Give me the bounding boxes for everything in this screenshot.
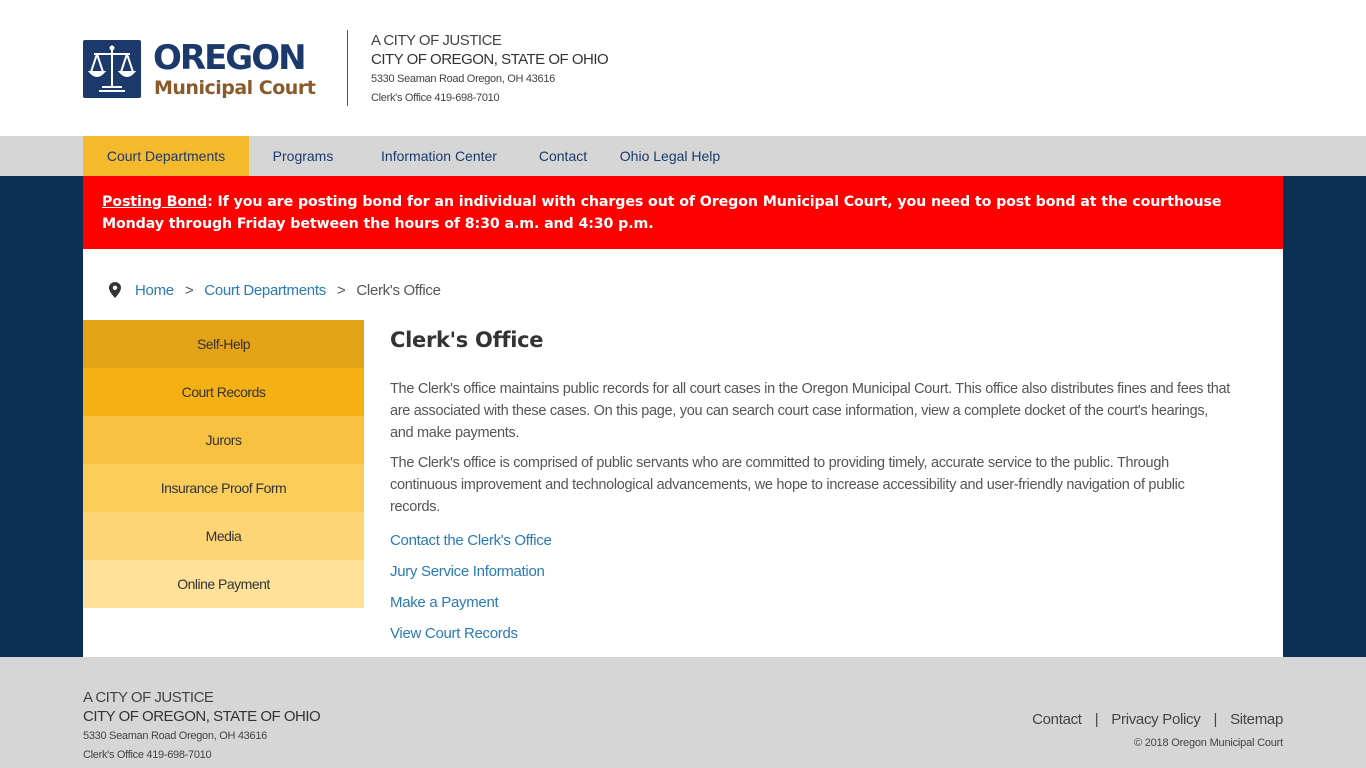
footer-link-privacy-policy[interactable]: Privacy Policy [1111,711,1200,728]
footer-tagline: A CITY OF JUSTICE [83,689,214,706]
sidebar-item-media[interactable]: Media [83,512,364,560]
sidebar-item-insurance-proof-form[interactable]: Insurance Proof Form [83,464,364,512]
nav-information-center[interactable]: Information Center [361,136,517,176]
link-view-court-records[interactable]: View Court Records [390,618,1230,649]
footer-phone: Clerk's Office 419-698-7010 [83,749,212,761]
mission-paragraph: The Clerk's office is comprised of publi… [390,455,1185,515]
footer-city: CITY OF OREGON, STATE OF OHIO [83,708,321,725]
link-contact-clerks-office[interactable]: Contact the Clerk's Office [390,525,1230,556]
logo-subtitle: Municipal Court [154,77,316,99]
site-footer: A CITY OF JUSTICE CITY OF OREGON, STATE … [0,657,1366,768]
footer-links: Contact | Privacy Policy | Sitemap [1032,711,1283,728]
copyright-text: © 2018 Oregon Municipal Court [1133,737,1283,749]
logo-title: OREGON [153,38,307,78]
link-jury-service-information[interactable]: Jury Service Information [390,556,1230,587]
posting-bond-alert: Posting Bond: If you are posting bond fo… [83,176,1283,249]
breadcrumb-court-departments[interactable]: Court Departments [204,282,326,299]
footer-address: 5330 Seaman Road Oregon, OH 43616 [83,730,267,742]
content-area: Posting Bond: If you are posting bond fo… [83,176,1283,657]
sidebar-item-jurors[interactable]: Jurors [83,416,364,464]
header-contact-info: A CITY OF JUSTICE CITY OF OREGON, STATE … [371,32,609,108]
page-title: Clerk's Office [390,328,544,352]
breadcrumb-separator: > [184,281,194,299]
map-pin-icon [109,282,121,298]
quick-links: Contact the Clerk's Office Jury Service … [390,525,1230,649]
breadcrumb-current: Clerk's Office [356,281,441,299]
header-divider [347,30,348,106]
nav-court-departments[interactable]: Court Departments [83,136,249,176]
footer-link-contact[interactable]: Contact [1032,711,1082,728]
main-content: Clerk's Office The Clerk's office mainta… [390,328,1230,649]
header-phone: Clerk's Office 419-698-7010 [371,92,500,104]
breadcrumb-home[interactable]: Home [135,282,174,299]
sidebar-item-court-records[interactable]: Court Records [83,368,364,416]
footer-link-sitemap[interactable]: Sitemap [1230,711,1283,728]
sidebar-item-self-help[interactable]: Self-Help [83,320,364,368]
alert-label-link[interactable]: Posting Bond [102,194,207,210]
breadcrumb-separator: > [336,281,346,299]
link-make-a-payment[interactable]: Make a Payment [390,587,1230,618]
intro-paragraph: The Clerk's office maintains public reco… [390,381,1230,441]
site-logo[interactable]: OREGON Municipal Court [83,38,318,100]
footer-separator: | [1094,711,1099,728]
main-navigation: Court Departments Programs Information C… [0,136,1366,176]
nav-programs[interactable]: Programs [249,136,357,176]
site-header: OREGON Municipal Court A CITY OF JUSTICE… [0,0,1366,136]
footer-separator: | [1213,711,1218,728]
scales-of-justice-icon [83,40,141,98]
header-address: 5330 Seaman Road Oregon, OH 43616 [371,73,555,85]
breadcrumb: Home > Court Departments > Clerk's Offic… [109,280,441,300]
header-tagline: A CITY OF JUSTICE [371,32,502,49]
nav-ohio-legal-help[interactable]: Ohio Legal Help [609,136,731,176]
header-city: CITY OF OREGON, STATE OF OHIO [371,51,609,68]
alert-text: If you are posting bond for an individua… [102,194,1222,232]
footer-contact-info: A CITY OF JUSTICE CITY OF OREGON, STATE … [83,689,321,765]
sidebar-item-online-payment[interactable]: Online Payment [83,560,364,608]
nav-contact[interactable]: Contact [525,136,601,176]
sidebar-menu: Self-Help Court Records Jurors Insurance… [83,320,364,608]
